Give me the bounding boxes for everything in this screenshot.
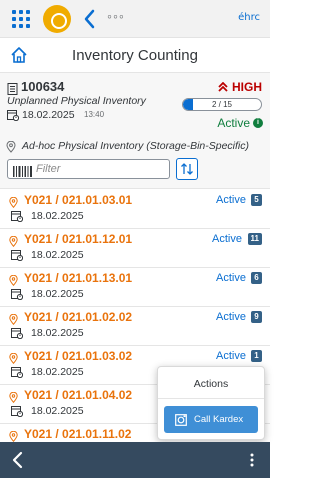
kardex-icon <box>175 413 187 426</box>
item-date: 18.02.2025 <box>31 327 84 339</box>
calendar-clock-icon <box>11 326 24 340</box>
calendar-clock-icon <box>11 209 24 223</box>
barcode-scanner-icon[interactable] <box>13 164 33 177</box>
count-badge: 5 <box>251 194 262 206</box>
item-date: 18.02.2025 <box>31 366 84 378</box>
status-label: Active <box>217 116 250 130</box>
footer-toolbar <box>0 442 270 478</box>
overflow-menu-icon[interactable] <box>250 453 254 467</box>
list-item[interactable]: Y021 / 021.01.02.02 18.02.2025 Active 9 <box>0 307 270 346</box>
document-icon <box>7 82 18 95</box>
document-id: 100634 <box>21 79 65 94</box>
list-item[interactable]: Y021 / 021.01.03.01 18.02.2025 Active 5 <box>0 190 270 229</box>
actions-popover: Actions Call Kardex <box>157 366 265 440</box>
item-status: Active <box>216 194 246 206</box>
progress-text: 2 / 15 <box>211 100 232 109</box>
filter-placeholder: Filter <box>36 163 61 175</box>
app-launcher-icon[interactable] <box>12 10 30 28</box>
location-pin-icon <box>9 273 18 287</box>
location-pin-icon <box>9 312 18 326</box>
list-item[interactable]: Y021 / 021.01.12.01 18.02.2025 Active 11 <box>0 229 270 268</box>
calendar-clock-icon <box>11 365 24 379</box>
item-date: 18.02.2025 <box>31 210 84 222</box>
shell-bar: ◦◦◦ éhrc <box>0 0 270 38</box>
storage-bin-label: Y021 / 021.01.04.02 <box>24 388 133 402</box>
storage-bin-label: Y021 / 021.01.11.02 <box>24 427 132 441</box>
location-pin-icon <box>9 195 18 209</box>
more-options-icon[interactable]: ◦◦◦ <box>107 8 125 24</box>
call-kardex-button[interactable]: Call Kardex <box>164 406 258 433</box>
priority-label: HIGH <box>232 80 262 94</box>
double-chevron-up-icon <box>218 81 228 92</box>
item-date: 18.02.2025 <box>31 249 84 261</box>
back-icon[interactable] <box>11 451 25 469</box>
document-header: 100634 HIGH Unplanned Physical Inventory… <box>0 73 270 189</box>
document-time: 13:40 <box>84 110 105 119</box>
storage-bin-label: Y021 / 021.01.02.02 <box>24 310 133 324</box>
call-kardex-label: Call Kardex <box>194 414 244 425</box>
storage-bin-label: Y021 / 021.01.03.01 <box>24 193 133 207</box>
count-badge: 6 <box>251 272 262 284</box>
location-pin-icon <box>9 351 18 365</box>
storage-bin-label: Y021 / 021.01.13.01 <box>24 271 133 285</box>
document-type: Unplanned Physical Inventory <box>7 95 146 107</box>
item-date: 18.02.2025 <box>31 405 84 417</box>
item-date: 18.02.2025 <box>31 288 84 300</box>
calendar-clock-icon <box>11 404 24 418</box>
calendar-clock-icon <box>7 108 20 122</box>
location-pin-icon <box>6 140 16 153</box>
count-badge: 11 <box>247 233 262 245</box>
location-pin-icon <box>9 234 18 248</box>
page-title: Inventory Counting <box>72 47 198 64</box>
filter-input[interactable]: Filter <box>7 159 170 179</box>
info-icon[interactable]: i <box>253 118 263 128</box>
company-logo[interactable] <box>43 5 71 33</box>
page-header: Inventory Counting <box>0 38 270 73</box>
sort-button[interactable] <box>176 158 198 180</box>
storage-bin-label: Y021 / 021.01.12.01 <box>24 232 133 246</box>
popover-title: Actions <box>193 378 229 390</box>
count-badge: 9 <box>251 311 262 323</box>
item-status: Active <box>216 311 246 323</box>
list-item[interactable]: Y021 / 021.01.13.01 18.02.2025 Active 6 <box>0 268 270 307</box>
count-progress-bar: 2 / 15 <box>182 98 262 111</box>
storage-bin-label: Y021 / 021.01.03.02 <box>24 349 133 363</box>
calendar-clock-icon <box>11 287 24 301</box>
document-date: 18.02.2025 <box>22 109 75 121</box>
calendar-clock-icon <box>11 248 24 262</box>
priority-indicator: HIGH <box>218 80 262 94</box>
item-status: Active <box>212 233 242 245</box>
document-description: Ad-hoc Physical Inventory (Storage-Bin-S… <box>22 140 250 152</box>
count-badge: 1 <box>251 350 262 362</box>
brand-logo: éhrc <box>238 12 260 23</box>
chevron-left-icon[interactable] <box>80 6 100 32</box>
item-status: Active <box>216 272 246 284</box>
sort-icon <box>181 163 193 175</box>
item-status: Active <box>216 350 246 362</box>
location-pin-icon <box>9 390 18 404</box>
divider <box>158 398 264 399</box>
location-pin-icon <box>9 429 18 443</box>
